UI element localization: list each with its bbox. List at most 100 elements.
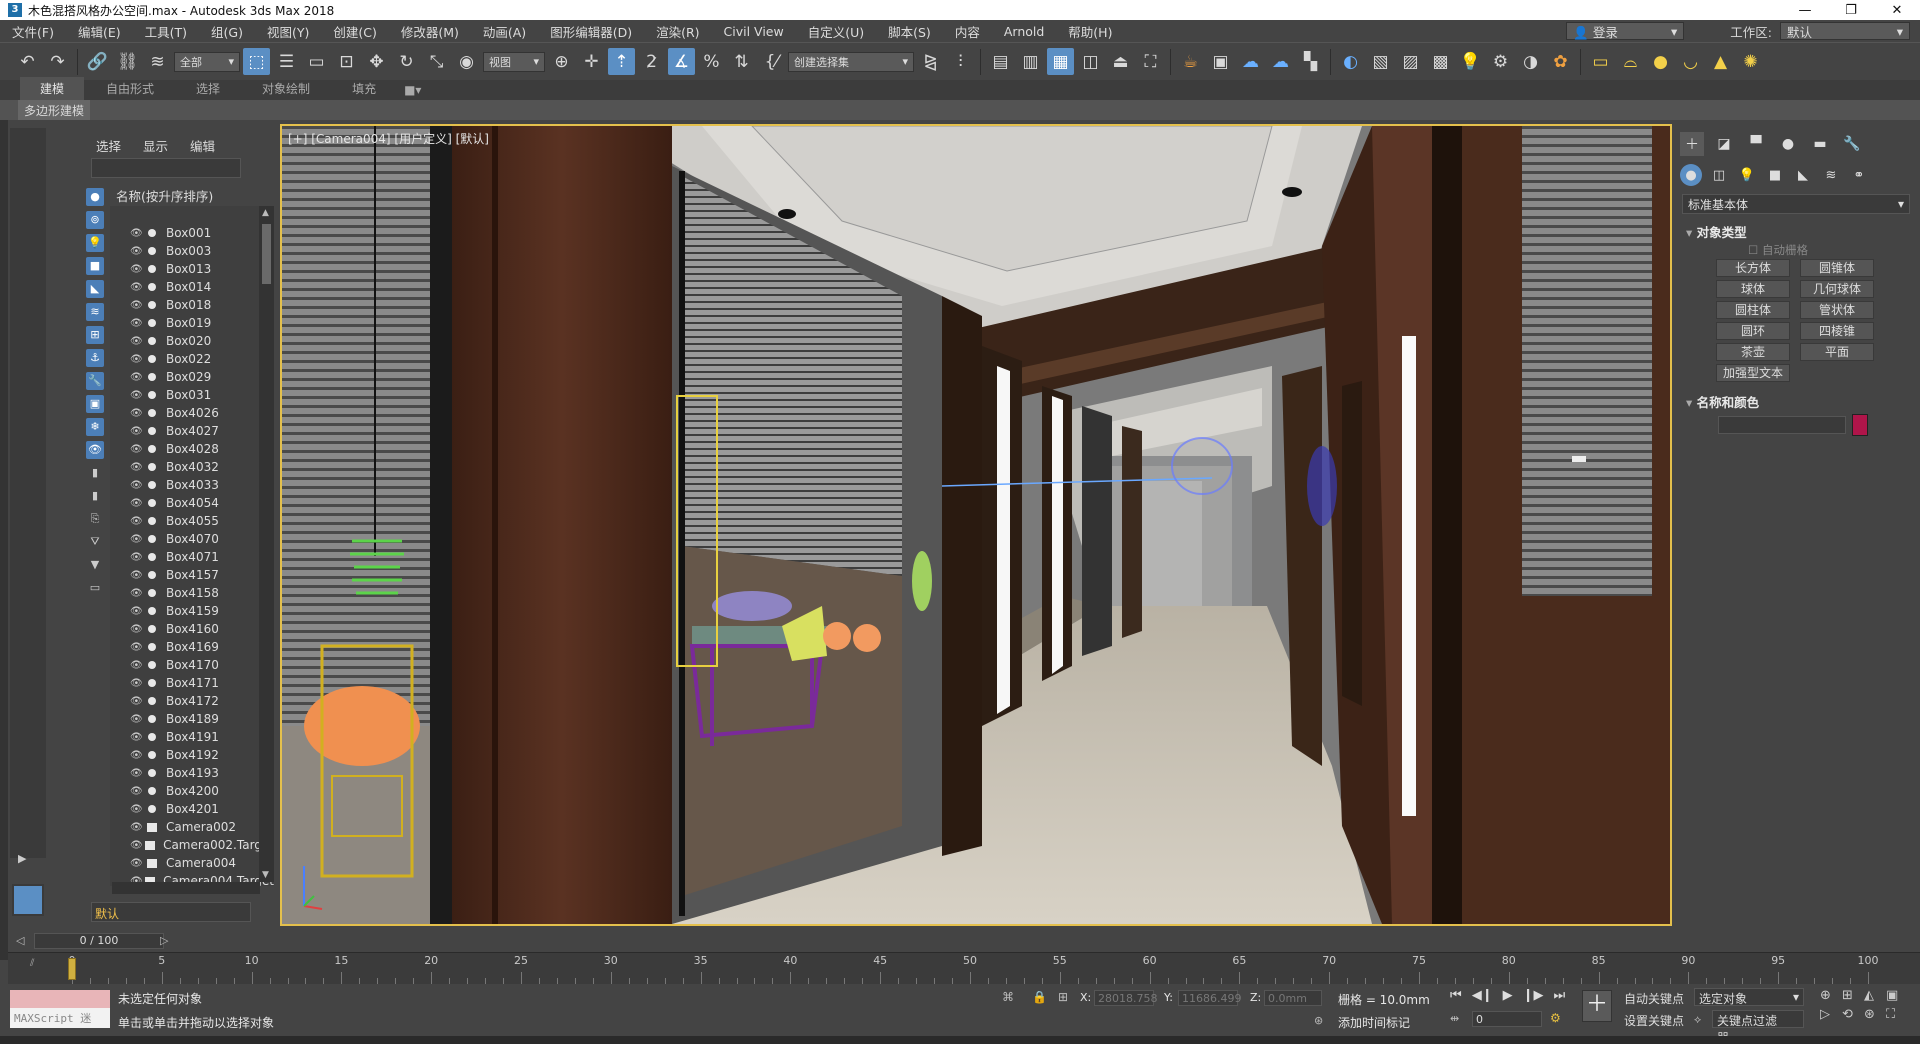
scene-search-input[interactable] (91, 158, 241, 178)
select-by-name-icon[interactable]: ☰ (273, 48, 300, 75)
visibility-eye-icon[interactable]: 👁 (130, 534, 144, 545)
visibility-eye-icon[interactable]: 👁 (130, 462, 144, 473)
maximize-viewport-icon[interactable]: ▣ (1886, 988, 1908, 1003)
menu-content[interactable]: 内容 (943, 22, 992, 41)
curve-editor-icon[interactable]: ◫ (1077, 48, 1104, 75)
menu-help[interactable]: 帮助(H) (1056, 22, 1124, 41)
select-manipulate-icon[interactable]: ✛ (578, 48, 605, 75)
lock-layout-icon[interactable]: ▭ (86, 579, 104, 597)
camera-viewport[interactable]: [+] [Camera004] [用户定义] [默认] (280, 124, 1672, 926)
hierarchy-tab-icon[interactable]: ▀ (1744, 132, 1768, 156)
mini-curve-editor-icon[interactable]: ⫽ (30, 958, 34, 969)
utilities-tab-icon[interactable]: 🔧 (1840, 132, 1864, 156)
visibility-eye-icon[interactable]: 👁 (130, 390, 144, 401)
geometry-type-dropdown[interactable]: 标准基本体 ▾ (1682, 194, 1910, 214)
scroll-down-icon[interactable]: ▼ (262, 870, 269, 880)
key-mode-icon[interactable]: ⇹ (1450, 1012, 1459, 1025)
spacewarps-icon[interactable]: ≋ (1820, 164, 1842, 186)
plane-button[interactable]: 平面 (1800, 343, 1874, 361)
tab-object-paint[interactable]: 对象绘制 (242, 77, 330, 100)
visibility-eye-icon[interactable]: 👁 (130, 228, 144, 239)
vray-light-lister-icon[interactable]: 💡 (1457, 48, 1484, 75)
visibility-eye-icon[interactable]: 👁 (130, 426, 144, 437)
scene-object-row[interactable]: 👁 Box4160 (110, 620, 274, 638)
prev-frame-button-icon[interactable]: ◀❙ (1472, 988, 1493, 1003)
display-bones-icon[interactable]: 🔧 (86, 372, 104, 390)
scene-object-row[interactable]: 👁 Box4189 (110, 710, 274, 728)
cone-button[interactable]: 圆锥体 (1800, 259, 1874, 277)
tube-button[interactable]: 管状体 (1800, 301, 1874, 319)
visibility-eye-icon[interactable]: 👁 (130, 480, 144, 491)
redo-icon[interactable]: ↷ (44, 48, 71, 75)
maxscript-listener-input[interactable] (10, 990, 110, 1008)
arnold-sphere-icon[interactable]: ● (1647, 48, 1674, 75)
name-color-rollout[interactable]: 名称和颜色 (1686, 392, 1760, 411)
ribbon-toggle-icon[interactable]: ▥ (1017, 48, 1044, 75)
viewport-layout-thumbnail[interactable] (12, 884, 44, 916)
arnold-bowl-icon[interactable]: ◡ (1677, 48, 1704, 75)
ribbon-options-icon[interactable]: ■▾ (398, 80, 427, 100)
create-tab-icon[interactable]: ＋ (1680, 132, 1704, 156)
object-name-field[interactable] (1718, 416, 1846, 434)
display-lights-icon[interactable]: 💡 (86, 234, 104, 252)
reference-coord-dropdown[interactable]: 视图 ▾ (483, 51, 545, 72)
visibility-eye-icon[interactable]: 👁 (130, 516, 144, 527)
scene-object-row[interactable]: 👁 Box4201 (110, 800, 274, 818)
layer-explorer-icon[interactable]: ▤ (987, 48, 1014, 75)
undo-icon[interactable]: ↶ (14, 48, 41, 75)
visibility-eye-icon[interactable]: 👁 (130, 444, 144, 455)
rendered-frame-icon[interactable]: ▣ (1207, 48, 1234, 75)
y-coord-field[interactable]: 11686.499 (1178, 990, 1242, 1006)
visibility-eye-icon[interactable]: 👁 (130, 696, 144, 707)
torus-button[interactable]: 圆环 (1716, 322, 1790, 340)
scene-object-row[interactable]: 👁 Camera004 (110, 854, 274, 872)
display-shapes-icon[interactable]: ⊚ (86, 211, 104, 229)
scene-object-row[interactable]: 👁 Box4071 (110, 548, 274, 566)
scene-object-row[interactable]: 👁 Camera002.Target (110, 836, 274, 854)
cameras-icon[interactable]: ■ (1764, 164, 1786, 186)
scene-object-row[interactable]: 👁 Box4026 (110, 404, 274, 422)
render-setup-icon[interactable]: ☕ (1177, 48, 1204, 75)
zoom-icon[interactable]: ⊕ (1820, 988, 1842, 1003)
pyramid-button[interactable]: 四棱锥 (1800, 322, 1874, 340)
textplus-button[interactable]: 加强型文本 (1716, 364, 1790, 382)
cylinder-button[interactable]: 圆柱体 (1716, 301, 1790, 319)
isolate-icon[interactable]: ⌘ (1002, 990, 1014, 1004)
current-layer-dropdown[interactable]: 默认 (91, 902, 251, 922)
scene-object-row[interactable]: 👁 Box029 (110, 368, 274, 386)
vray-frame-buffer-icon[interactable]: ◐ (1337, 48, 1364, 75)
shapes-icon[interactable]: ◫ (1708, 164, 1730, 186)
menu-animation[interactable]: 动画(A) (471, 22, 538, 41)
frame-ruler[interactable]: 0510152025303540455055606570758085909510… (69, 952, 1879, 984)
scene-object-row[interactable]: 👁 Box4200 (110, 782, 274, 800)
display-dependents-icon[interactable]: ⎘ (86, 510, 104, 528)
mirror-icon[interactable]: ⧎ (917, 48, 944, 75)
scene-object-row[interactable]: 👁 Box019 (110, 314, 274, 332)
tab-modeling[interactable]: 建模 (20, 77, 85, 100)
arnold-sun-icon[interactable]: ✺ (1737, 48, 1764, 75)
display-children-icon[interactable]: ▮ (86, 464, 104, 482)
vray-mesh-icon[interactable]: ▩ (1427, 48, 1454, 75)
move-icon[interactable]: ✥ (363, 48, 390, 75)
scene-list-scrollbar[interactable]: ▲ ▼ (259, 206, 274, 882)
scene-object-row[interactable]: 👁 Box4172 (110, 692, 274, 710)
visibility-eye-icon[interactable]: 👁 (130, 804, 144, 815)
login-dropdown[interactable]: 👤 登录 ▾ (1566, 22, 1685, 40)
tab-freeform[interactable]: 自由形式 (86, 77, 174, 100)
visibility-eye-icon[interactable]: 👁 (130, 354, 144, 365)
menu-tools[interactable]: 工具(T) (133, 22, 199, 41)
visibility-eye-icon[interactable]: 👁 (130, 570, 144, 581)
visibility-eye-icon[interactable]: 👁 (130, 750, 144, 761)
tab-populate[interactable]: 填充 (332, 77, 396, 100)
menu-arnold[interactable]: Arnold (992, 24, 1056, 39)
menu-graph-editors[interactable]: 图形编辑器(D) (538, 22, 644, 41)
scene-object-row[interactable]: 👁 Box4192 (110, 746, 274, 764)
pan-icon[interactable]: ▷ (1820, 1007, 1842, 1022)
maximize-button[interactable]: ❐ (1828, 3, 1874, 18)
helpers-icon[interactable]: ◣ (1792, 164, 1814, 186)
display-groups-icon[interactable]: ⊞ (86, 326, 104, 344)
prev-frame-icon[interactable]: ◁ (16, 934, 24, 947)
menu-edit[interactable]: 编辑(E) (66, 22, 133, 41)
sx-tab-edit[interactable]: 编辑 (190, 136, 215, 155)
time-slider[interactable]: 0 / 100 (34, 933, 164, 949)
